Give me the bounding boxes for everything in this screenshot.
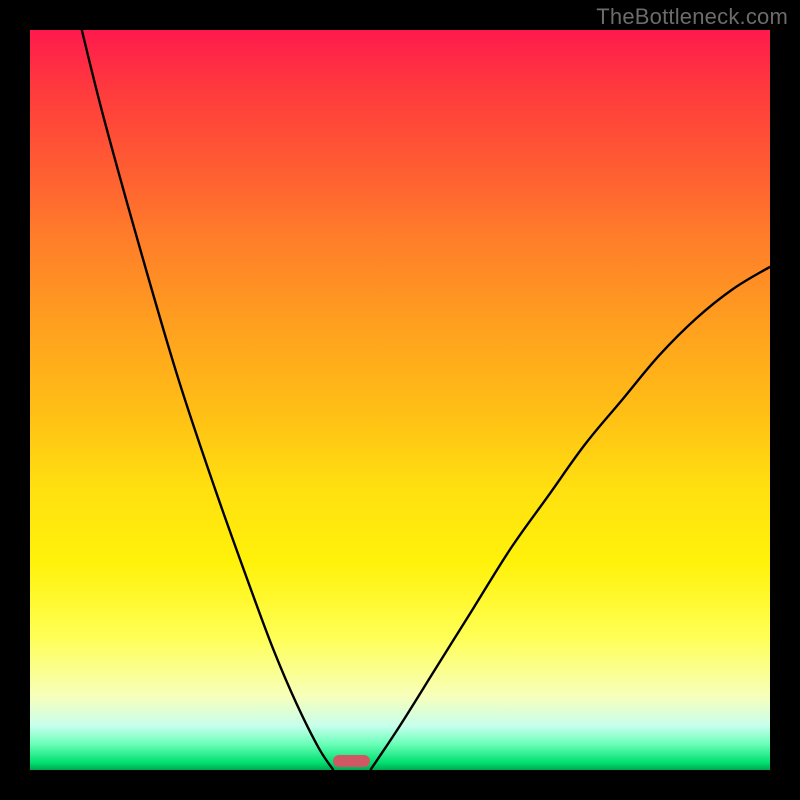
curve-right — [370, 267, 770, 770]
optimal-marker — [333, 755, 370, 767]
bottleneck-curve — [30, 30, 770, 770]
plot-area — [30, 30, 770, 770]
curve-left — [82, 30, 334, 770]
watermark-text: TheBottleneck.com — [596, 4, 788, 30]
chart-frame: TheBottleneck.com — [0, 0, 800, 800]
